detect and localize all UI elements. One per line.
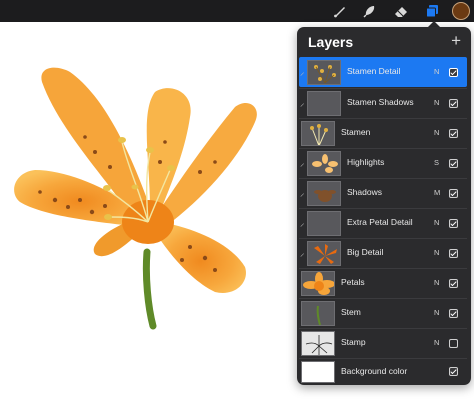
layer-shadows[interactable]: ⸝ Shadows M (299, 178, 467, 208)
color-swatch[interactable] (452, 2, 470, 20)
layer-name: Big Detail (347, 247, 384, 257)
layers-panel-header: Layers + (297, 27, 471, 55)
layer-big-detail[interactable]: ⸝ Big Detail N (299, 238, 467, 268)
background-color-swatch (301, 361, 335, 383)
layer-stamen[interactable]: Stamen N (299, 118, 467, 148)
layer-thumbnail (307, 241, 341, 266)
blend-mode-button[interactable]: N (434, 128, 439, 137)
visibility-checkbox[interactable] (449, 309, 458, 318)
blend-mode-button[interactable]: N (434, 338, 439, 347)
add-layer-button[interactable]: + (451, 32, 461, 49)
blend-mode-button[interactable]: N (434, 98, 439, 107)
layer-stem[interactable]: Stem N (299, 298, 467, 328)
layer-thumbnail (307, 60, 341, 85)
clipping-mask-icon: ⸝ (300, 98, 305, 108)
blend-mode-button[interactable]: N (434, 308, 439, 317)
layer-name: Stamen Shadows (347, 97, 414, 107)
visibility-checkbox[interactable] (449, 159, 458, 168)
blend-mode-button[interactable]: N (434, 67, 439, 76)
layer-name: Stamen (341, 127, 371, 137)
clipping-mask-icon: ⸝ (300, 248, 305, 258)
visibility-checkbox[interactable] (449, 189, 458, 198)
layer-thumbnail (307, 91, 341, 116)
layer-stamp[interactable]: Stamp N (299, 328, 467, 358)
layers-panel: Layers + ⸝ Stamen Detail N ⸝ Stamen Shad… (297, 27, 471, 385)
top-toolbar (0, 0, 474, 22)
blend-mode-button[interactable]: N (434, 248, 439, 257)
smudge-icon[interactable] (361, 2, 379, 20)
clipping-mask-icon: ⸝ (300, 67, 305, 77)
visibility-checkbox[interactable] (449, 68, 458, 77)
blend-mode-button[interactable]: N (434, 278, 439, 287)
layer-name: Background color (341, 366, 408, 376)
panel-title: Layers (308, 34, 354, 50)
layer-name: Stamen Detail (347, 66, 401, 76)
layer-name: Highlights (347, 157, 385, 167)
visibility-checkbox[interactable] (449, 339, 458, 348)
visibility-checkbox[interactable] (449, 99, 458, 108)
layer-thumbnail (307, 181, 341, 206)
blend-mode-button[interactable]: M (434, 188, 440, 197)
eraser-icon[interactable] (392, 2, 410, 20)
brush-icon[interactable] (331, 2, 349, 20)
layer-thumbnail (301, 271, 335, 296)
clipping-mask-icon: ⸝ (300, 158, 305, 168)
blend-mode-button[interactable]: N (434, 218, 439, 227)
layer-name: Shadows (347, 187, 382, 197)
visibility-checkbox[interactable] (449, 249, 458, 258)
layer-stamen-detail[interactable]: ⸝ Stamen Detail N (299, 57, 467, 87)
layer-name: Extra Petal Detail (347, 217, 413, 227)
layer-thumbnail (301, 301, 335, 326)
visibility-checkbox[interactable] (449, 279, 458, 288)
layer-petals[interactable]: Petals N (299, 268, 467, 298)
visibility-checkbox[interactable] (449, 367, 458, 376)
layer-highlights[interactable]: ⸝ Highlights S (299, 148, 467, 178)
clipping-mask-icon: ⸝ (300, 188, 305, 198)
layer-thumbnail (307, 211, 341, 236)
visibility-checkbox[interactable] (449, 219, 458, 228)
blend-mode-button[interactable]: S (434, 158, 439, 167)
layer-name: Stem (341, 307, 361, 317)
lily-artwork (14, 67, 257, 330)
layer-thumbnail (301, 121, 335, 146)
layer-stamen-shadows[interactable]: ⸝ Stamen Shadows N (299, 88, 467, 118)
layer-extra-petal-detail[interactable]: ⸝ Extra Petal Detail N (299, 208, 467, 238)
layer-thumbnail (307, 151, 341, 176)
layer-thumbnail (301, 331, 335, 356)
layer-background-color[interactable]: Background color (299, 358, 467, 385)
visibility-checkbox[interactable] (449, 129, 458, 138)
clipping-mask-icon: ⸝ (300, 218, 305, 228)
layer-name: Stamp (341, 337, 366, 347)
layers-icon[interactable] (423, 2, 441, 20)
layer-name: Petals (341, 277, 365, 287)
